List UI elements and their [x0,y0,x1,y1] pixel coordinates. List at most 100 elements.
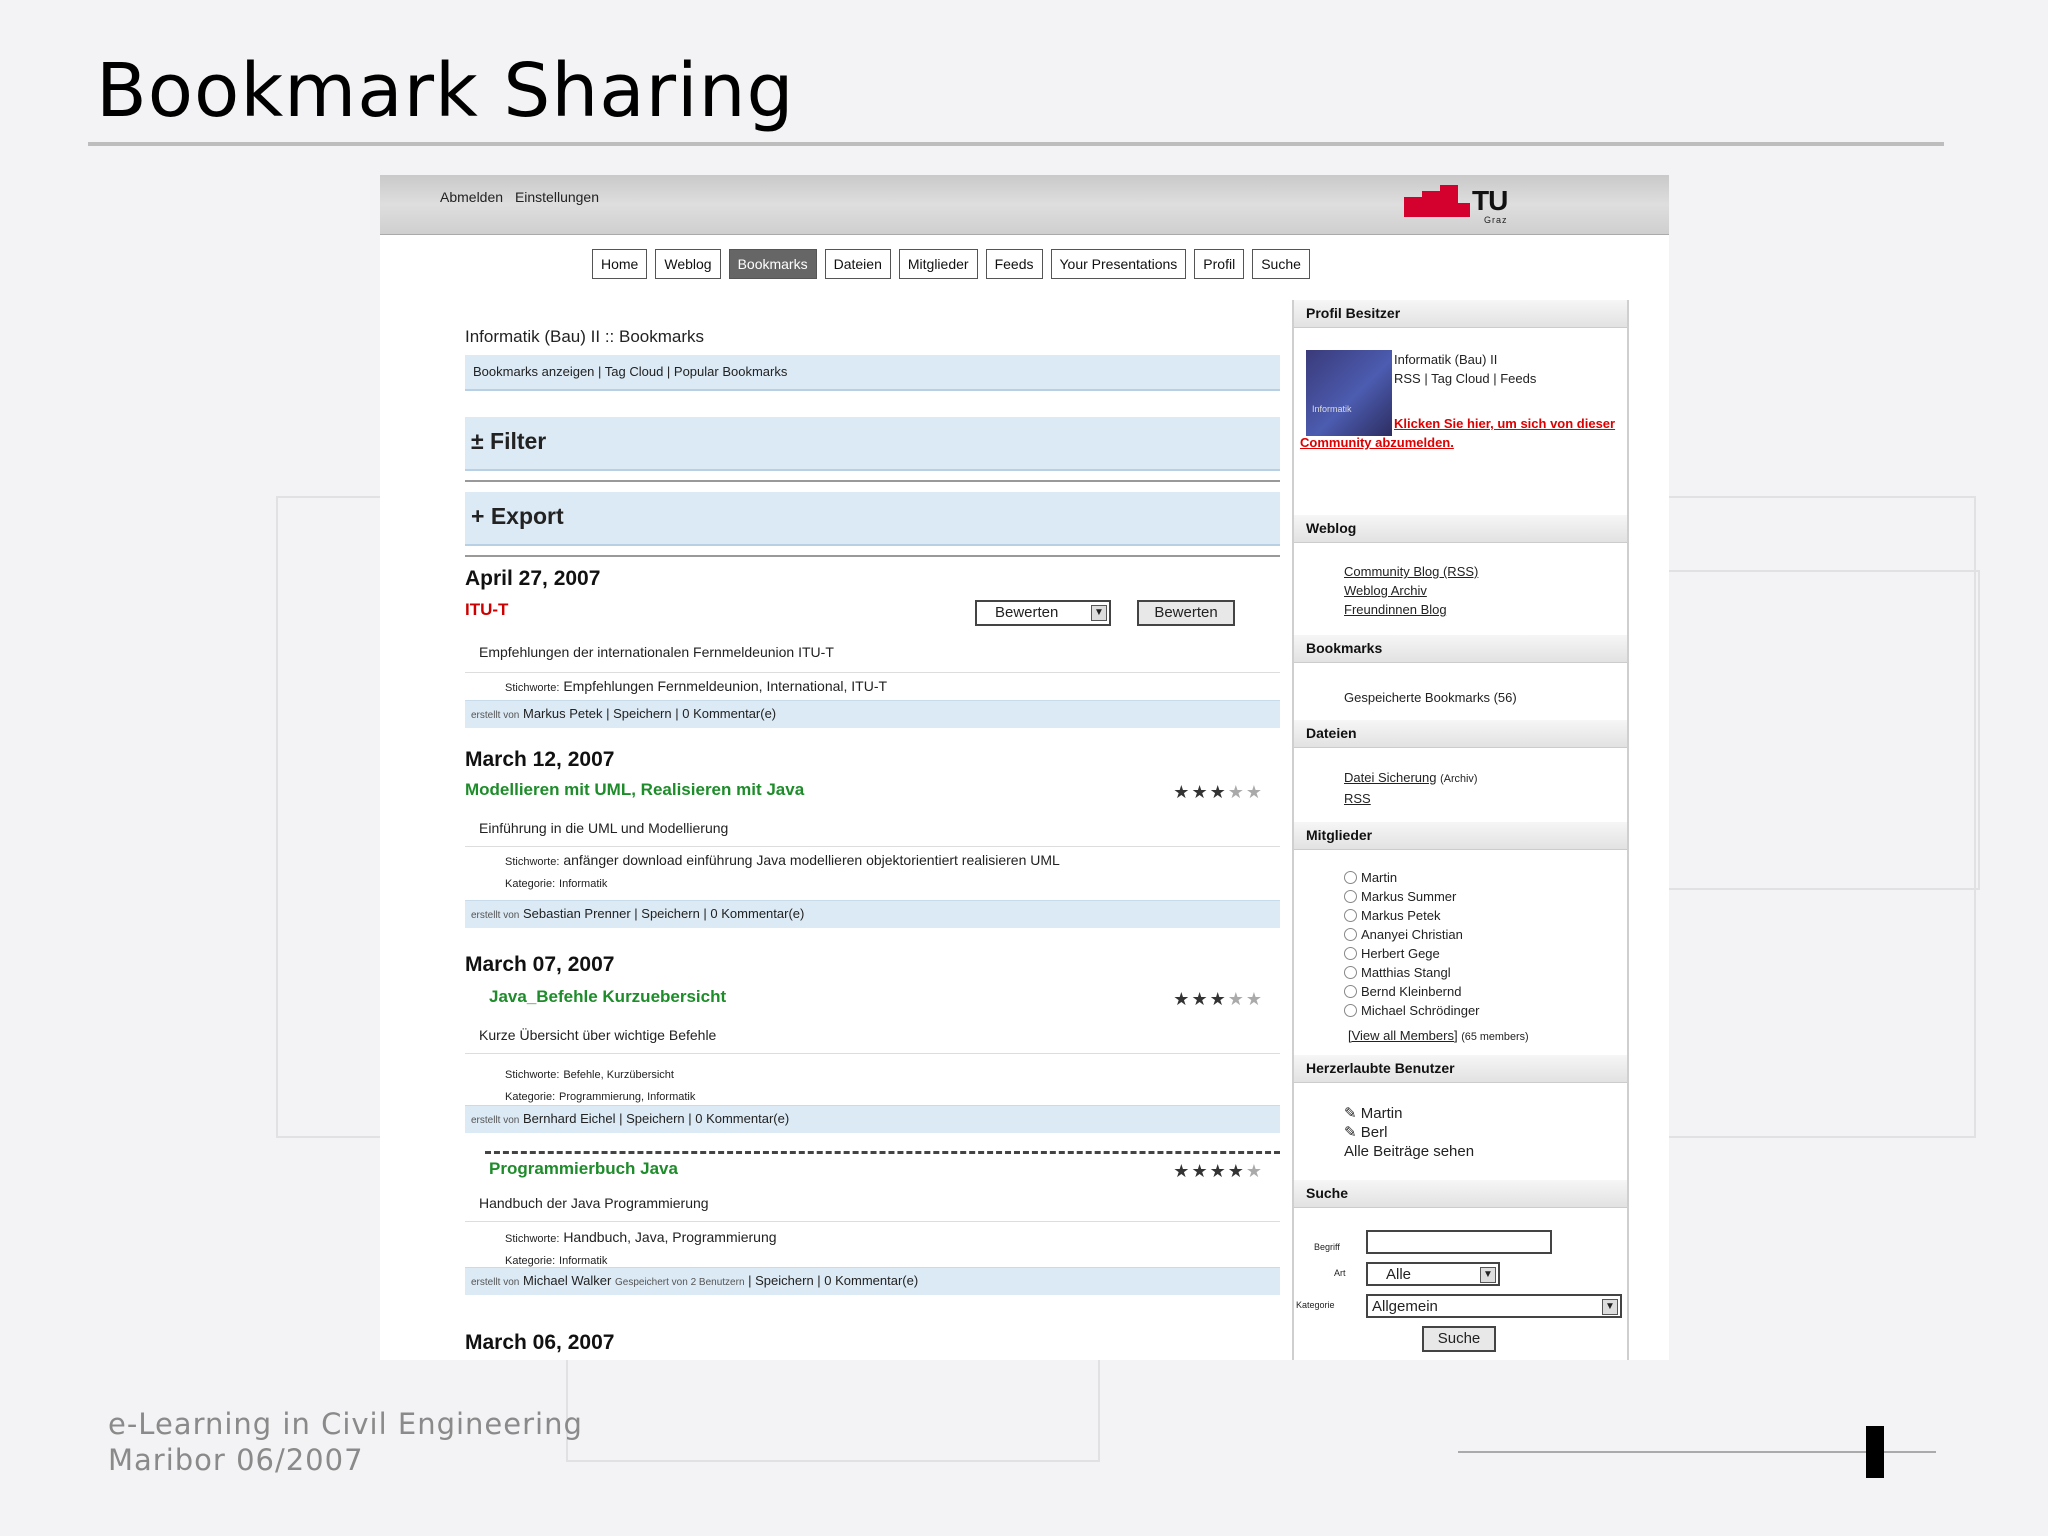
nav-tab[interactable]: Bookmarks [728,249,817,279]
bookmark-tags: Stichworte: Empfehlungen Fernmeldeunion,… [505,678,887,694]
main-navigation: Home Weblog Bookmarks Dateien Mitglieder Feed… [592,249,1310,279]
bookmark-title-link[interactable]: Programmierbuch Java [489,1159,678,1179]
member-name: Michael Schrödinger [1361,1003,1480,1018]
bookmark-tags: Stichworte: anfänger download einführung… [505,852,1060,868]
meta-label: erstellt von [471,1115,520,1126]
star-empty-icon[interactable]: ★ [1228,989,1246,1009]
date-heading: March 06, 2007 [465,1331,615,1354]
entry-actions[interactable]: | Speichern | 0 Kommentar(e) [634,906,804,921]
star-filled-icon[interactable]: ★ [1191,1161,1209,1181]
nav-tab[interactable]: Profil [1194,249,1245,279]
star-empty-icon[interactable]: ★ [1246,989,1264,1009]
contact-item[interactable]: ✎ Martin [1344,1104,1474,1123]
weblog-link[interactable]: Community Blog (RSS) [1344,564,1478,579]
weblog-link[interactable]: Weblog Archiv [1344,583,1427,598]
nav-tab[interactable]: Your Presentations [1050,249,1187,279]
nav-tab[interactable]: Weblog [655,249,721,279]
bookmark-category: Kategorie: Programmierung, Informatik [505,1087,695,1103]
contacts-heading: Herzerlaubte Benutzer [1294,1055,1627,1083]
logout-link[interactable]: Abmelden [440,189,503,205]
saved-bookmarks-count[interactable]: Gespeicherte Bookmarks (56) [1344,688,1517,707]
author-link[interactable]: Michael Walker [523,1273,611,1288]
bookmark-title-link[interactable]: ITU-T [465,600,508,620]
search-type-select[interactable]: Alle ▼ [1366,1262,1500,1286]
bookmark-title-link[interactable]: Java_Befehle Kurzuebersicht [489,987,726,1007]
bookmark-category: Kategorie: Informatik [505,1251,607,1267]
nav-tab[interactable]: Mitglieder [898,249,978,279]
tu-logo[interactable]: TU Graz [1404,183,1604,229]
category-value[interactable]: Informatik [559,1255,607,1267]
member-item[interactable]: Ananyei Christian [1344,925,1480,944]
author-link[interactable]: Bernhard Eichel [523,1111,616,1126]
footer-date: Maribor 06/2007 [108,1443,364,1477]
bookmark-meta: erstellt von Markus Petek | Speichern | … [465,700,1280,728]
search-input[interactable] [1366,1230,1552,1254]
contact-item[interactable]: ✎ Berl [1344,1123,1474,1142]
leave-community-link[interactable]: Klicken Sie hier, um sich von dieser Com… [1300,414,1620,452]
member-item[interactable]: Matthias Stangl [1344,963,1480,982]
category-value[interactable]: Programmierung, Informatik [559,1091,695,1103]
nav-tab[interactable]: Suche [1252,249,1310,279]
breadcrumb: Informatik (Bau) II :: Bookmarks [465,327,705,346]
search-type-label: Art [1334,1268,1346,1278]
author-link[interactable]: Sebastian Prenner [523,906,631,921]
files-rss-link[interactable]: RSS [1344,791,1371,806]
star-filled-icon[interactable]: ★ [1210,1161,1228,1181]
member-item[interactable]: Herbert Gege [1344,944,1480,963]
author-link[interactable]: Markus Petek [523,706,602,721]
star-filled-icon[interactable]: ★ [1173,782,1191,802]
star-filled-icon[interactable]: ★ [1191,782,1209,802]
member-name: Herbert Gege [1361,946,1440,961]
category-value[interactable]: Informatik [559,878,607,890]
tags-value[interactable]: Befehle, Kurzübersicht [563,1069,674,1081]
tags-value[interactable]: Handbuch, Java, Programmierung [563,1229,776,1245]
star-empty-icon[interactable]: ★ [1246,782,1264,802]
tags-value[interactable]: Empfehlungen Fernmeldeunion, Internation… [563,678,887,694]
slide-footer: e-Learning in Civil Engineering Maribor … [108,1406,583,1478]
star-filled-icon[interactable]: ★ [1173,989,1191,1009]
star-empty-icon[interactable]: ★ [1246,1161,1264,1181]
search-category-select[interactable]: Allgemein ▼ [1366,1294,1622,1318]
star-filled-icon[interactable]: ★ [1210,782,1228,802]
sidebar: Profil Besitzer Informatik Informatik (B… [1292,300,1629,1360]
profile-name[interactable]: Informatik (Bau) II [1394,350,1614,369]
rate-button[interactable]: Bewerten [1137,600,1235,626]
filter-panel[interactable]: ± Filter [465,417,1280,471]
bookmark-view-links[interactable]: Bookmarks anzeigen | Tag Cloud | Popular… [465,355,1280,391]
star-empty-icon[interactable]: ★ [1228,782,1246,802]
members-heading: Mitglieder [1294,822,1627,850]
settings-link[interactable]: Einstellungen [515,189,599,205]
bookmark-title-link[interactable]: Modellieren mit UML, Realisieren mit Jav… [465,780,804,800]
nav-tab[interactable]: Dateien [824,249,891,279]
member-item[interactable]: Martin [1344,868,1480,887]
member-item[interactable]: Bernd Kleinbernd [1344,982,1480,1001]
entry-actions[interactable]: | Speichern | 0 Kommentar(e) [619,1111,789,1126]
bookmark-description: Einführung in die UML und Modellierung [479,820,729,836]
profile-links[interactable]: RSS | Tag Cloud | Feeds [1394,369,1614,388]
nav-tab[interactable]: Home [592,249,648,279]
file-backup-link[interactable]: Datei Sicherung [1344,770,1437,785]
weblog-link[interactable]: Freundinnen Blog [1344,602,1447,617]
star-filled-icon[interactable]: ★ [1210,989,1228,1009]
search-category-label: Kategorie [1296,1300,1335,1310]
star-filled-icon[interactable]: ★ [1228,1161,1246,1181]
member-name: Markus Summer [1361,889,1457,904]
export-panel[interactable]: + Export [465,492,1280,546]
star-filled-icon[interactable]: ★ [1191,989,1209,1009]
tags-value[interactable]: anfänger download einführung Java modell… [563,852,1060,868]
entry-actions[interactable]: | Speichern | 0 Kommentar(e) [606,706,776,721]
meta-label: erstellt von [471,1277,520,1288]
star-filled-icon[interactable]: ★ [1173,1161,1191,1181]
member-item[interactable]: Markus Petek [1344,906,1480,925]
view-all-members-link[interactable]: [View all Members] [1348,1028,1458,1043]
divider [465,846,1280,847]
search-button[interactable]: Suche [1422,1326,1496,1352]
entry-actions[interactable]: | Speichern | 0 Kommentar(e) [748,1273,918,1288]
date-heading: March 12, 2007 [465,748,615,771]
nav-tab[interactable]: Feeds [985,249,1043,279]
rating-select[interactable]: Bewerten ▼ [975,600,1111,626]
member-item[interactable]: Markus Summer [1344,887,1480,906]
member-item[interactable]: Michael Schrödinger [1344,1001,1480,1020]
all-posts-link[interactable]: Alle Beiträge sehen [1344,1142,1474,1161]
files-heading: Dateien [1294,720,1627,748]
